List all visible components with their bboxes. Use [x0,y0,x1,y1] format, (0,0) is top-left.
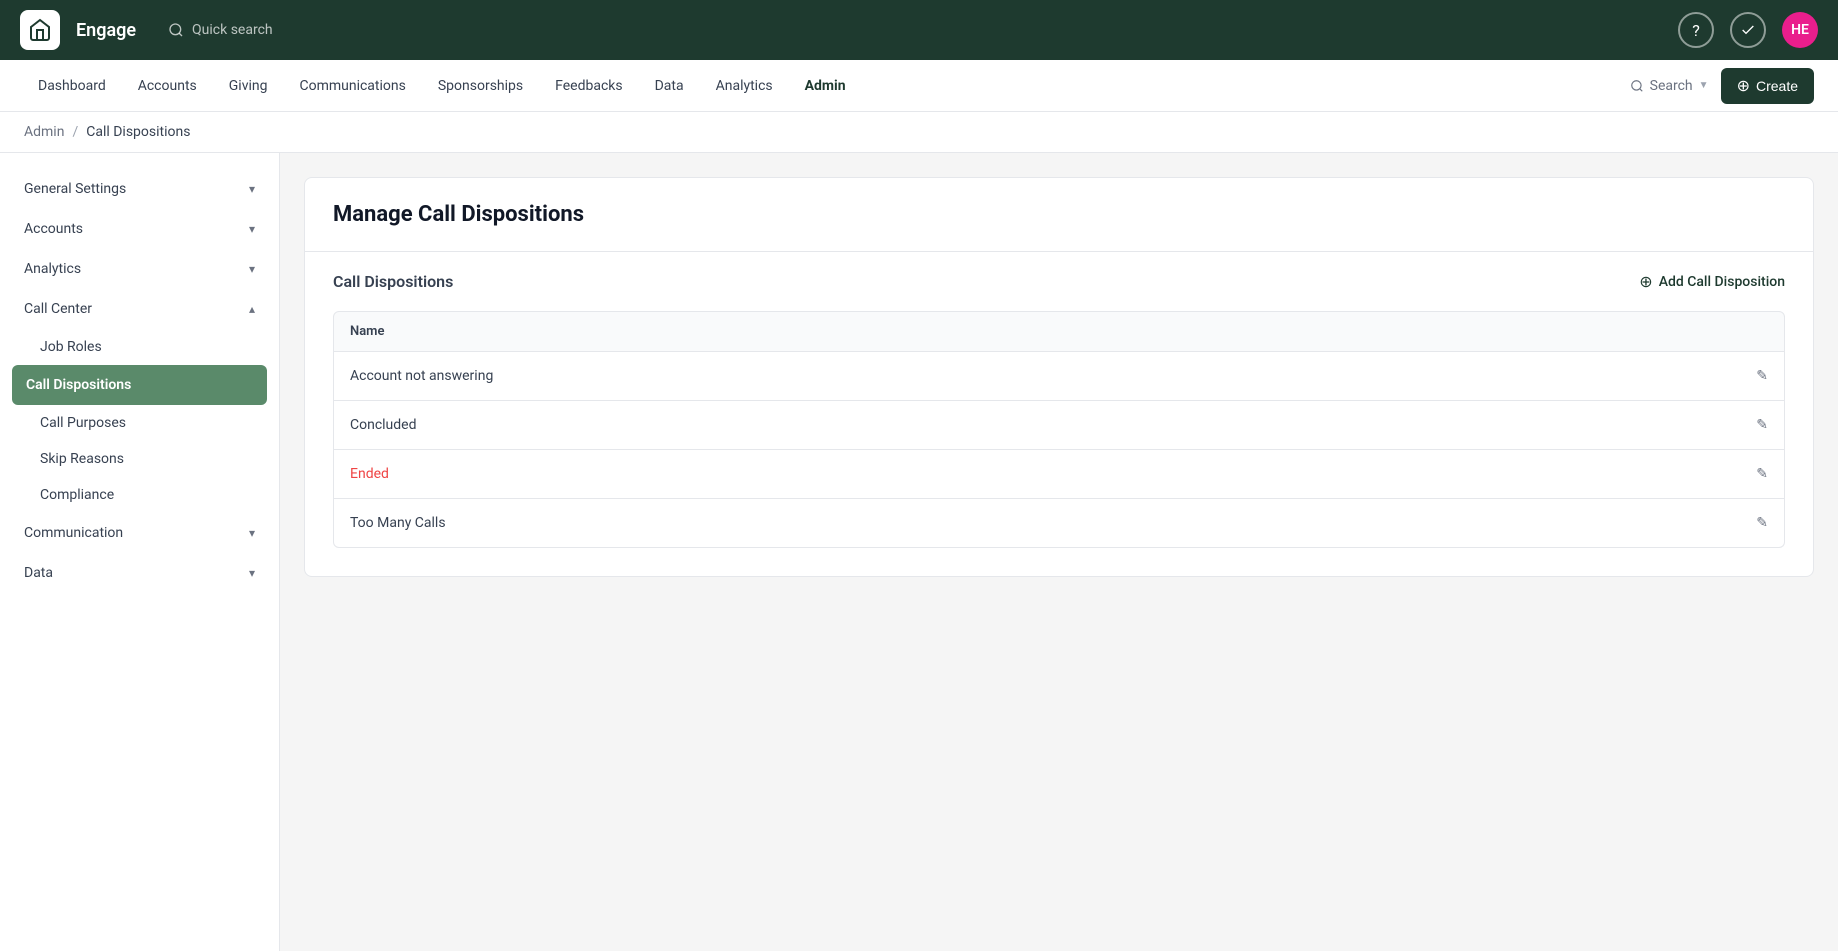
navbar: Dashboard Accounts Giving Communications… [0,60,1838,112]
table-row: Account not answering ✎ [333,352,1785,401]
table-row: Ended ✎ [333,450,1785,499]
nav-admin[interactable]: Admin [791,70,860,102]
disposition-name: Concluded [350,417,1756,433]
content-card: Manage Call Dispositions Call Dispositio… [304,177,1814,577]
chevron-down-icon: ▾ [249,182,255,196]
quick-search[interactable]: Quick search [168,22,273,38]
add-call-disposition-button[interactable]: ⊕ Add Call Disposition [1639,272,1785,291]
create-plus-icon: ⊕ [1737,76,1750,96]
add-icon: ⊕ [1639,272,1652,291]
sidebar-item-analytics[interactable]: Analytics ▾ [0,249,279,289]
topbar: Engage Quick search ? HE [0,0,1838,60]
nav-search-icon [1630,79,1644,93]
sidebar-item-data[interactable]: Data ▾ [0,553,279,593]
nav-giving[interactable]: Giving [215,70,282,102]
topbar-right: ? HE [1678,12,1818,48]
breadcrumb: Admin / Call Dispositions [0,112,1838,153]
chevron-down-icon: ▾ [249,222,255,236]
table-wrapper: Name Account not answering ✎ Concluded ✎… [305,311,1813,576]
sidebar-child-skip-reasons[interactable]: Skip Reasons [0,441,279,477]
nav-search[interactable]: Search ▼ [1630,78,1709,94]
sidebar-item-general-settings[interactable]: General Settings ▾ [0,169,279,209]
page-wrapper: General Settings ▾ Accounts ▾ Analytics … [0,153,1838,951]
sidebar-child-job-roles[interactable]: Job Roles [0,329,279,365]
column-header-name: Name [350,324,1768,339]
chevron-down-icon: ▾ [249,566,255,580]
section-title: Call Dispositions [333,272,453,291]
nav-feedbacks[interactable]: Feedbacks [541,70,636,102]
edit-icon[interactable]: ✎ [1756,368,1768,384]
section-header: Call Dispositions ⊕ Add Call Disposition [305,252,1813,311]
content-header: Manage Call Dispositions [305,178,1813,252]
search-dropdown-icon: ▼ [1699,80,1709,91]
nav-communications[interactable]: Communications [285,70,419,102]
nav-dashboard[interactable]: Dashboard [24,70,120,102]
checkmark-icon [1740,22,1756,38]
sidebar-child-compliance[interactable]: Compliance [0,477,279,513]
disposition-name: Account not answering [350,368,1756,384]
edit-icon[interactable]: ✎ [1756,417,1768,433]
disposition-name: Ended [350,466,1756,482]
table-header: Name [333,311,1785,352]
table-row: Concluded ✎ [333,401,1785,450]
chevron-up-icon: ▴ [249,302,255,316]
sidebar-child-call-purposes[interactable]: Call Purposes [0,405,279,441]
breadcrumb-current: Call Dispositions [86,124,190,140]
edit-icon[interactable]: ✎ [1756,466,1768,482]
create-button[interactable]: ⊕ Create [1721,68,1814,104]
nav-analytics[interactable]: Analytics [702,70,787,102]
table-row: Too Many Calls ✎ [333,499,1785,548]
sidebar-item-accounts[interactable]: Accounts ▾ [0,209,279,249]
sidebar-item-call-center[interactable]: Call Center ▴ [0,289,279,329]
main-content: Manage Call Dispositions Call Dispositio… [280,153,1838,951]
sidebar: General Settings ▾ Accounts ▾ Analytics … [0,153,280,951]
search-icon [168,22,184,38]
sidebar-child-call-dispositions[interactable]: Call Dispositions [12,365,267,405]
page-title: Manage Call Dispositions [333,202,1785,227]
app-name: Engage [76,20,136,41]
breadcrumb-separator: / [72,124,78,140]
help-button[interactable]: ? [1678,12,1714,48]
nav-sponsorships[interactable]: Sponsorships [424,70,537,102]
disposition-name: Too Many Calls [350,515,1756,531]
chevron-down-icon: ▾ [249,262,255,276]
breadcrumb-parent[interactable]: Admin [24,124,64,140]
navbar-right: Search ▼ ⊕ Create [1630,68,1814,104]
app-logo[interactable] [20,10,60,50]
chevron-down-icon: ▾ [249,526,255,540]
edit-icon[interactable]: ✎ [1756,515,1768,531]
tasks-button[interactable] [1730,12,1766,48]
user-avatar[interactable]: HE [1782,12,1818,48]
nav-data[interactable]: Data [641,70,698,102]
sidebar-item-communication[interactable]: Communication ▾ [0,513,279,553]
nav-accounts[interactable]: Accounts [124,70,211,102]
